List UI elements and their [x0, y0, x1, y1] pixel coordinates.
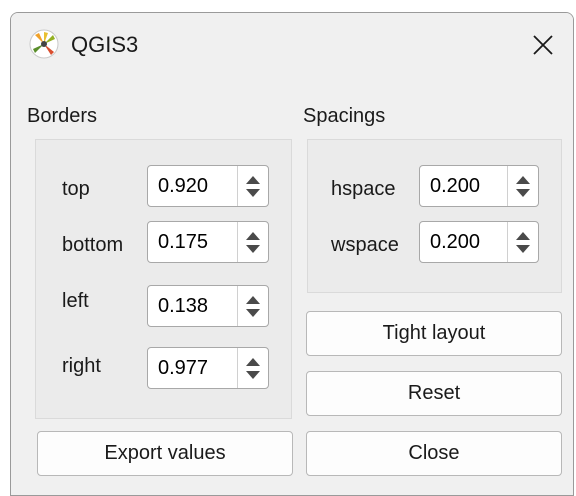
wspace-value[interactable]: 0.200 — [430, 222, 480, 262]
spin-down-icon[interactable] — [246, 309, 260, 317]
close-icon[interactable] — [523, 25, 563, 65]
bottom-stepper[interactable] — [237, 222, 268, 262]
right-spinbox[interactable]: 0.977 — [147, 347, 269, 389]
top-spinbox[interactable]: 0.920 — [147, 165, 269, 207]
left-value[interactable]: 0.138 — [158, 286, 208, 326]
right-stepper[interactable] — [237, 348, 268, 388]
right-value[interactable]: 0.977 — [158, 348, 208, 388]
reset-button[interactable]: Reset — [306, 371, 562, 416]
hspace-spinbox[interactable]: 0.200 — [419, 165, 539, 207]
dialog-window: QGIS3 Borders top 0.920 bottom 0.175 lef… — [10, 12, 574, 496]
spin-down-icon[interactable] — [246, 245, 260, 253]
left-label: left — [62, 290, 89, 312]
wspace-spinbox[interactable]: 0.200 — [419, 221, 539, 263]
spacings-group — [307, 139, 562, 293]
hspace-label: hspace — [331, 178, 396, 200]
tight-layout-button[interactable]: Tight layout — [306, 311, 562, 356]
spin-up-icon[interactable] — [246, 358, 260, 366]
title-bar: QGIS3 — [11, 13, 573, 81]
top-label: top — [62, 178, 90, 200]
left-spinbox[interactable]: 0.138 — [147, 285, 269, 327]
spin-down-icon[interactable] — [516, 245, 530, 253]
top-value[interactable]: 0.920 — [158, 166, 208, 206]
spin-down-icon[interactable] — [516, 189, 530, 197]
spin-down-icon[interactable] — [246, 371, 260, 379]
right-label: right — [62, 355, 101, 377]
spacings-group-label: Spacings — [303, 105, 386, 127]
close-button[interactable]: Close — [306, 431, 562, 476]
hspace-stepper[interactable] — [507, 166, 538, 206]
left-stepper[interactable] — [237, 286, 268, 326]
bottom-label: bottom — [62, 234, 124, 256]
export-values-button[interactable]: Export values — [37, 431, 293, 476]
spin-up-icon[interactable] — [516, 232, 530, 240]
spin-up-icon[interactable] — [516, 176, 530, 184]
spin-down-icon[interactable] — [246, 189, 260, 197]
bottom-value[interactable]: 0.175 — [158, 222, 208, 262]
spin-up-icon[interactable] — [246, 232, 260, 240]
bottom-spinbox[interactable]: 0.175 — [147, 221, 269, 263]
hspace-value[interactable]: 0.200 — [430, 166, 480, 206]
qgis-logo-icon — [29, 29, 59, 59]
spin-up-icon[interactable] — [246, 296, 260, 304]
top-stepper[interactable] — [237, 166, 268, 206]
wspace-label: wspace — [331, 234, 399, 256]
spin-up-icon[interactable] — [246, 176, 260, 184]
wspace-stepper[interactable] — [507, 222, 538, 262]
window-title: QGIS3 — [71, 32, 139, 57]
borders-group-label: Borders — [27, 105, 98, 127]
